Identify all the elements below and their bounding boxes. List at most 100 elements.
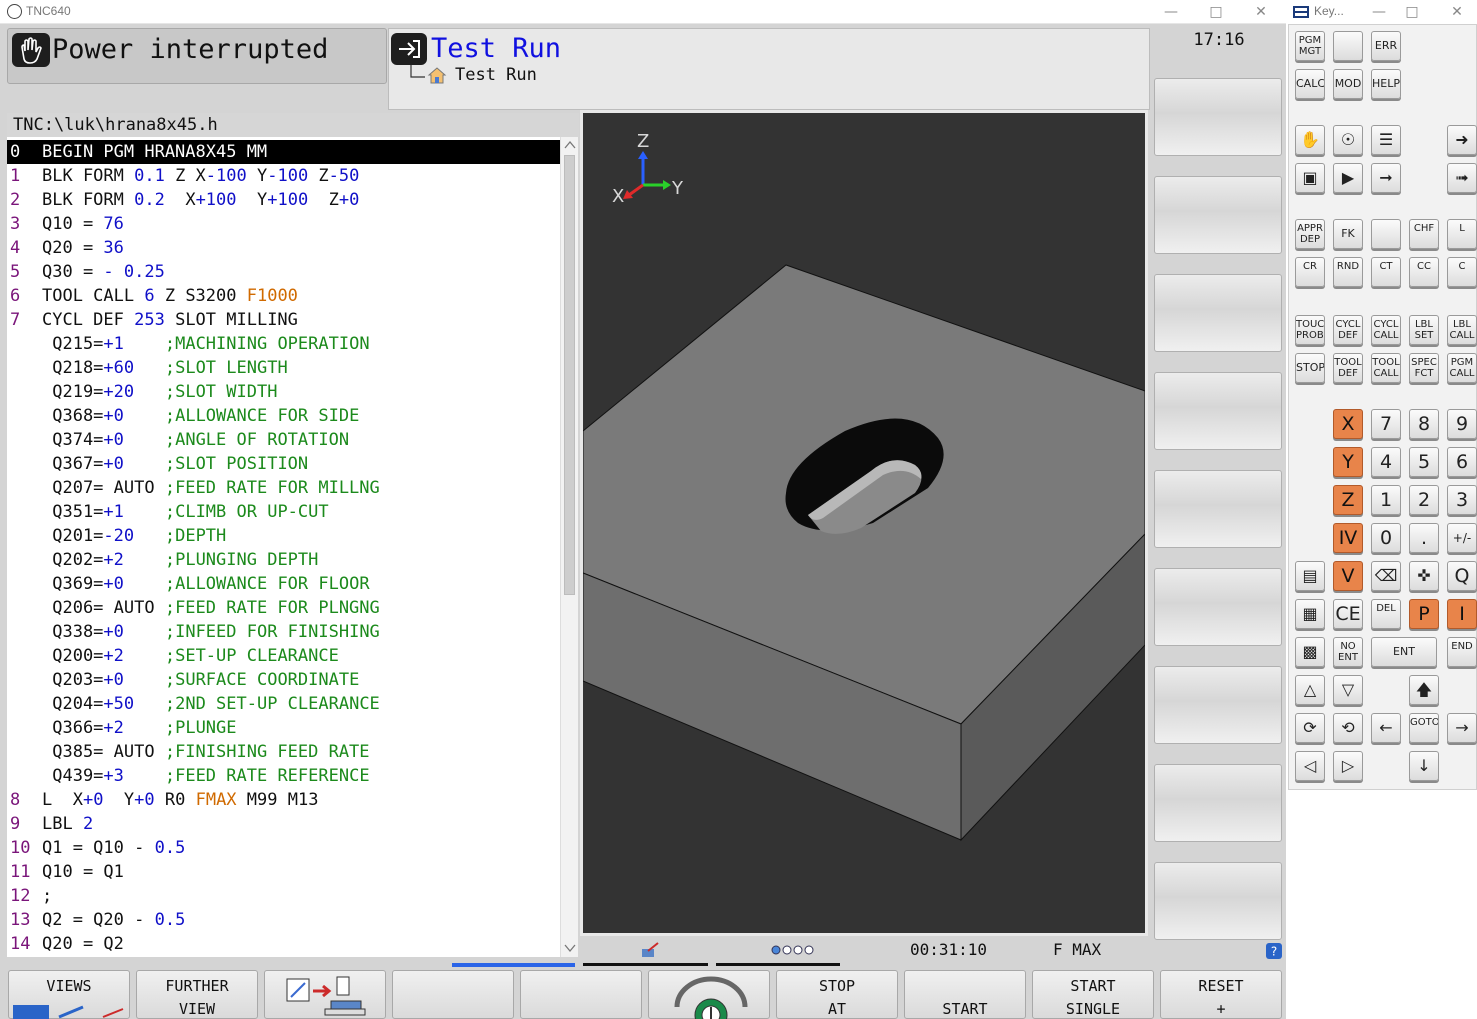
program-line[interactable]: Q367=+0 ;SLOT POSITION (7, 452, 560, 476)
vertical-softkey-8[interactable] (1154, 764, 1282, 842)
program-line[interactable]: 7 CYCL DEF 253 SLOT MILLING (7, 308, 560, 332)
simulation-3d-view[interactable]: Z Y X (580, 110, 1148, 936)
program-line[interactable]: Q215=+1 ;MACHINING OPERATION (7, 332, 560, 356)
program-line[interactable]: Q368=+0 ;ALLOWANCE FOR SIDE (7, 404, 560, 428)
key-test-run-icon[interactable]: ➞ (1371, 163, 1401, 193)
key-7[interactable]: 7 (1371, 409, 1401, 439)
key-cc[interactable]: CC (1409, 257, 1439, 287)
key-lbl-call[interactable]: LBL CALL (1447, 315, 1477, 345)
keyboard-maximize-button[interactable]: □ (1401, 2, 1423, 22)
vertical-softkey-1[interactable] (1154, 78, 1282, 156)
arrow-down-icon[interactable]: ↓ (1409, 751, 1439, 781)
softkey-empty-2[interactable] (520, 970, 642, 1019)
key-plus-minus[interactable]: +/- (1447, 523, 1477, 553)
program-line[interactable]: Q219=+20 ;SLOT WIDTH (7, 380, 560, 404)
arrow-left-icon[interactable]: ← (1371, 713, 1401, 743)
key-cycl-call[interactable]: CYCL CALL (1371, 315, 1401, 345)
program-line[interactable]: 6 TOOL CALL 6 Z S3200 F1000 (7, 284, 560, 308)
key-manual-mode-icon[interactable]: ✋ (1295, 125, 1325, 155)
program-line[interactable]: Q200=+2 ;SET-UP CLEARANCE (7, 644, 560, 668)
scroll-up-icon[interactable] (564, 140, 576, 150)
program-line[interactable]: 1 BLK FORM 0.1 Z X-100 Y-100 Z-50 (7, 164, 560, 188)
key-calc[interactable]: CALC (1295, 69, 1325, 99)
key-rotate-right-icon[interactable]: ⟲ (1333, 713, 1363, 743)
key-program-list-icon[interactable]: ▤ (1295, 561, 1325, 591)
key-full-sequence-icon[interactable]: ▶ (1333, 163, 1363, 193)
key-screen-layout-icon[interactable]: ▩ (1295, 637, 1325, 667)
machine-mode-panel[interactable]: Power interrupted (7, 28, 387, 84)
softkey-start-single[interactable]: START SINGLE (1032, 970, 1154, 1019)
key-ce[interactable]: CE (1333, 599, 1363, 629)
program-line[interactable]: 14 Q20 = Q2 (7, 932, 560, 956)
program-line[interactable]: 10 Q1 = Q10 - 0.5 (7, 836, 560, 860)
key-del[interactable]: DEL (1371, 599, 1401, 629)
program-line[interactable]: 12; (7, 884, 560, 908)
key-program-run-icon[interactable]: ➜ (1447, 125, 1477, 155)
softkey-reset[interactable]: RESET + (1160, 970, 1282, 1019)
arrow-right-icon[interactable]: → (1447, 713, 1477, 743)
key-tool-call[interactable]: TOOL CALL (1371, 353, 1401, 383)
key-programming-icon[interactable]: ➟ (1447, 163, 1477, 193)
program-line[interactable]: 3 Q10 = 76 (7, 212, 560, 236)
key-ent[interactable]: ENT (1371, 637, 1437, 667)
close-button[interactable]: ✕ (1250, 2, 1272, 22)
key-axis-iv[interactable]: IV (1333, 523, 1363, 553)
key-pgm-mgt[interactable]: PGM MGT (1295, 31, 1325, 61)
vertical-softkey-5[interactable] (1154, 470, 1282, 548)
key-stop[interactable]: STOP (1295, 353, 1325, 383)
scroll-thumb[interactable] (564, 155, 575, 595)
program-line[interactable]: 5 Q30 = - 0.25 (7, 260, 560, 284)
key-chf[interactable]: CHF (1409, 219, 1439, 249)
key-softkey-left-icon[interactable]: ◁ (1295, 751, 1325, 781)
program-line[interactable]: Q369=+0 ;ALLOWANCE FOR FLOOR (7, 572, 560, 596)
key-axis-v[interactable]: V (1333, 561, 1363, 591)
softkey-workpiece-blank[interactable] (264, 970, 386, 1019)
key-pgm-call[interactable]: PGM CALL (1447, 353, 1477, 383)
help-icon[interactable]: ? (1266, 943, 1282, 959)
vertical-softkey-4[interactable] (1154, 372, 1282, 450)
key-appr-dep[interactable]: APPR DEP (1295, 219, 1325, 249)
key-blank[interactable] (1333, 31, 1363, 61)
key-page-up-icon[interactable]: △ (1295, 675, 1325, 705)
key-rnd[interactable]: RND (1333, 257, 1363, 287)
vertical-softkey-9[interactable] (1154, 862, 1282, 940)
key-axis-x[interactable]: X (1333, 409, 1363, 439)
key-tool-def[interactable]: TOOL DEF (1333, 353, 1363, 383)
softkey-speed[interactable] (648, 970, 770, 1019)
keyboard-minimize-button[interactable]: — (1368, 2, 1390, 22)
key-single-block-icon[interactable]: ▣ (1295, 163, 1325, 193)
program-mode-panel[interactable]: Test Run Test Run (388, 28, 1150, 110)
key-9[interactable]: 9 (1447, 409, 1477, 439)
key-1[interactable]: 1 (1371, 485, 1401, 515)
key-no-ent[interactable]: NO ENT (1333, 637, 1363, 667)
program-line[interactable]: 9 LBL 2 (7, 812, 560, 836)
key-4[interactable]: 4 (1371, 447, 1401, 477)
vertical-softkey-2[interactable] (1154, 176, 1282, 254)
key-i[interactable]: I (1447, 599, 1477, 629)
key-fk[interactable]: FK (1333, 219, 1363, 249)
key-blank-2[interactable] (1371, 219, 1401, 249)
key-8[interactable]: 8 (1409, 409, 1439, 439)
program-line[interactable]: Q439=+3 ;FEED RATE REFERENCE (7, 764, 560, 788)
program-line[interactable]: 13 Q2 = Q20 - 0.5 (7, 908, 560, 932)
program-line[interactable]: 11 Q10 = Q1 (7, 860, 560, 884)
program-line[interactable]: Q207= AUTO ;FEED RATE FOR MILLNG (7, 476, 560, 500)
program-line[interactable]: Q338=+0 ;INFEED FOR FINISHING (7, 620, 560, 644)
arrow-up-icon[interactable]: 🡅 (1409, 675, 1439, 705)
key-axis-z[interactable]: Z (1333, 485, 1363, 515)
program-line[interactable]: 2 BLK FORM 0.2 X+100 Y+100 Z+0 (7, 188, 560, 212)
key-err[interactable]: ERR (1371, 31, 1401, 61)
key-goto[interactable]: GOTO (1409, 713, 1439, 743)
key-0[interactable]: 0 (1371, 523, 1401, 553)
key-l[interactable]: L (1447, 219, 1477, 249)
key-cr[interactable]: CR (1295, 257, 1325, 287)
key-q[interactable]: Q (1447, 561, 1477, 591)
key-ct[interactable]: CT (1371, 257, 1401, 287)
key-backspace-icon[interactable]: ⌫ (1371, 561, 1401, 591)
program-line[interactable]: Q203=+0 ;SURFACE COORDINATE (7, 668, 560, 692)
vertical-softkey-6[interactable] (1154, 568, 1282, 646)
softkey-further-view[interactable]: FURTHER VIEW (136, 970, 258, 1019)
vertical-softkey-3[interactable] (1154, 274, 1282, 352)
program-line[interactable]: Q218=+60 ;SLOT LENGTH (7, 356, 560, 380)
program-scrollbar[interactable] (560, 137, 578, 957)
